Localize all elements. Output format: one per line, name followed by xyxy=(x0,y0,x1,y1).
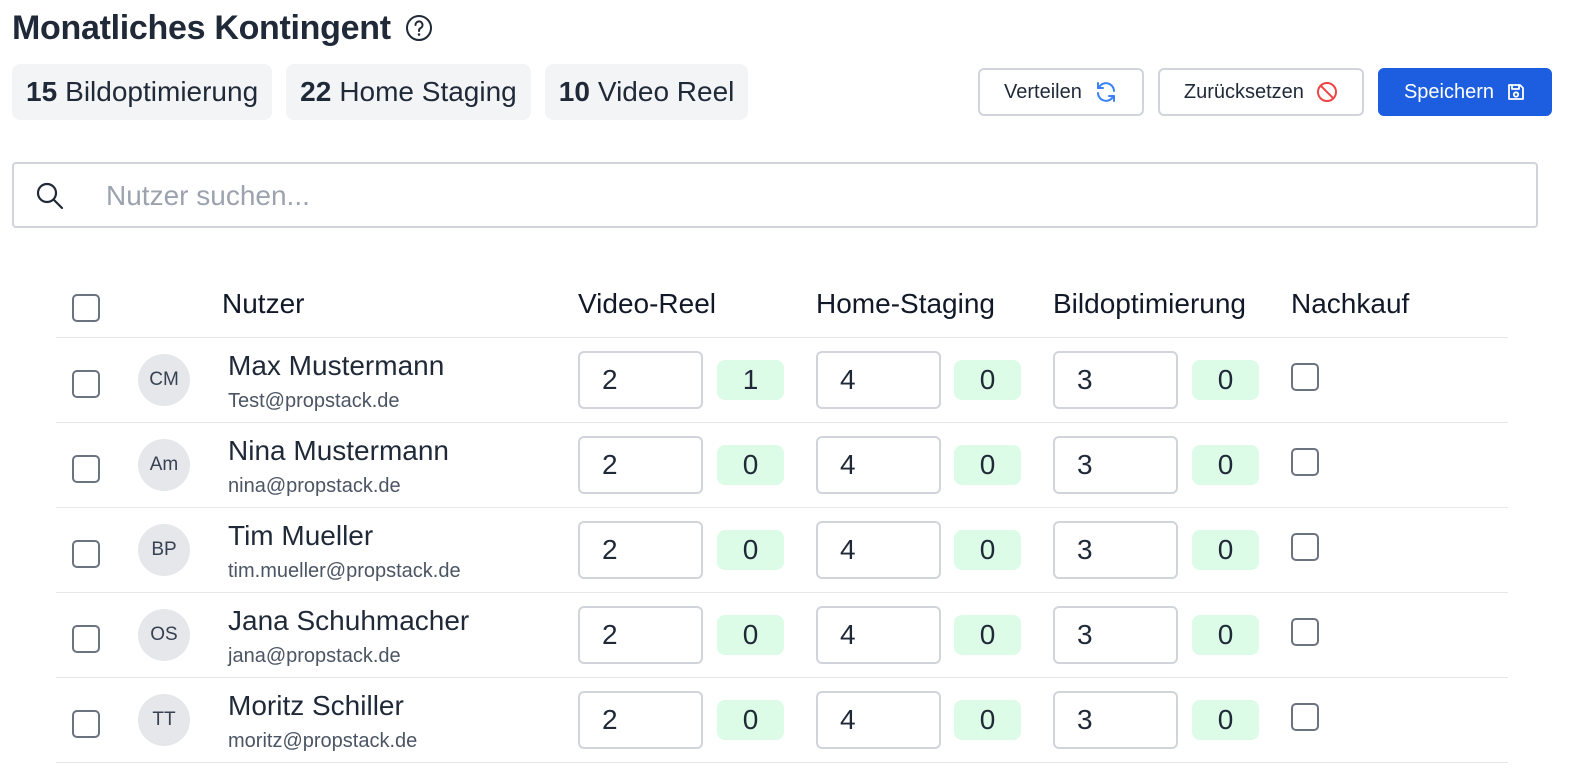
quota-chip-bildoptimierung: 15 Bildoptimierung xyxy=(12,64,273,120)
home-staging-input[interactable] xyxy=(816,351,941,409)
bildoptimierung-used-badge: 0 xyxy=(1192,360,1259,400)
quota-label: Bildoptimierung xyxy=(65,76,259,107)
user-quota-table: Nutzer Video-Reel Home-Staging Bildoptim… xyxy=(56,270,1508,763)
quota-count: 15 xyxy=(26,76,58,107)
user-email: Test@propstack.de xyxy=(228,390,400,412)
row-select-checkbox[interactable] xyxy=(72,370,100,398)
video-reel-used-badge: 0 xyxy=(717,530,784,570)
floppy-disk-icon xyxy=(1506,82,1526,102)
search-input[interactable] xyxy=(106,176,1506,216)
reset-button[interactable]: Zurücksetzen xyxy=(1157,68,1364,116)
video-reel-input[interactable] xyxy=(578,436,703,494)
save-button-label: Speichern xyxy=(1403,80,1494,103)
bildoptimierung-input[interactable] xyxy=(1053,691,1178,749)
quota-label: Video Reel xyxy=(597,76,735,107)
quota-label: Home Staging xyxy=(339,76,517,107)
home-staging-used-badge: 0 xyxy=(954,445,1021,485)
no-entry-icon xyxy=(1316,81,1338,103)
avatar: OS xyxy=(138,609,190,661)
quota-chip-home-staging: 22 Home Staging xyxy=(286,64,531,120)
video-reel-input[interactable] xyxy=(578,351,703,409)
bildoptimierung-input[interactable] xyxy=(1053,351,1178,409)
nachkauf-checkbox[interactable] xyxy=(1291,703,1319,731)
row-select-checkbox[interactable] xyxy=(72,455,100,483)
search-icon xyxy=(34,180,66,217)
video-reel-used-badge: 0 xyxy=(717,700,784,740)
bildoptimierung-used-badge: 0 xyxy=(1192,615,1259,655)
video-reel-used-badge: 0 xyxy=(717,445,784,485)
home-staging-used-badge: 0 xyxy=(954,530,1021,570)
row-select-checkbox[interactable] xyxy=(72,625,100,653)
user-email: nina@propstack.de xyxy=(228,475,401,497)
help-icon[interactable] xyxy=(405,14,433,42)
column-header-user: Nutzer xyxy=(222,288,305,319)
avatar: Am xyxy=(138,439,190,491)
user-name: Tim Mueller xyxy=(228,520,374,551)
user-email: jana@propstack.de xyxy=(228,645,401,667)
video-reel-input[interactable] xyxy=(578,691,703,749)
distribute-button-label: Verteilen xyxy=(1004,80,1082,103)
home-staging-input[interactable] xyxy=(816,691,941,749)
quota-chip-video-reel: 10 Video Reel xyxy=(544,64,749,120)
quota-count: 22 xyxy=(300,76,332,107)
page-header: Monatliches Kontingent xyxy=(12,8,433,48)
row-select-checkbox[interactable] xyxy=(72,540,100,568)
save-button[interactable]: Speichern xyxy=(1377,68,1552,116)
distribute-button[interactable]: Verteilen xyxy=(978,68,1144,116)
nachkauf-checkbox[interactable] xyxy=(1291,448,1319,476)
user-email: moritz@propstack.de xyxy=(228,730,418,752)
column-header-home-staging: Home-Staging xyxy=(816,288,995,319)
refresh-icon xyxy=(1094,80,1118,104)
table-row: BP Tim Mueller tim.mueller@propstack.de … xyxy=(56,508,1508,593)
user-email: tim.mueller@propstack.de xyxy=(228,560,461,582)
table-row: TT Moritz Schiller moritz@propstack.de 0… xyxy=(56,678,1508,763)
table-header: Nutzer Video-Reel Home-Staging Bildoptim… xyxy=(56,270,1508,338)
nachkauf-checkbox[interactable] xyxy=(1291,618,1319,646)
bildoptimierung-input[interactable] xyxy=(1053,436,1178,494)
quota-summary: 15 Bildoptimierung 22 Home Staging 10 Vi… xyxy=(12,64,749,120)
quota-count: 10 xyxy=(558,76,590,107)
video-reel-input[interactable] xyxy=(578,521,703,579)
bildoptimierung-input[interactable] xyxy=(1053,606,1178,664)
reset-button-label: Zurücksetzen xyxy=(1183,80,1304,103)
nachkauf-checkbox[interactable] xyxy=(1291,533,1319,561)
user-name: Max Mustermann xyxy=(228,350,445,381)
bildoptimierung-input[interactable] xyxy=(1053,521,1178,579)
user-name: Moritz Schiller xyxy=(228,690,404,721)
column-header-nachkauf: Nachkauf xyxy=(1291,288,1410,319)
user-name: Jana Schuhmacher xyxy=(228,605,470,636)
home-staging-used-badge: 0 xyxy=(954,360,1021,400)
bildoptimierung-used-badge: 0 xyxy=(1192,700,1259,740)
avatar: CM xyxy=(138,354,190,406)
home-staging-used-badge: 0 xyxy=(954,700,1021,740)
bildoptimierung-used-badge: 0 xyxy=(1192,530,1259,570)
page-title: Monatliches Kontingent xyxy=(12,8,391,47)
action-buttons: Verteilen Zurücksetzen Speichern xyxy=(978,68,1552,116)
user-name: Nina Mustermann xyxy=(228,435,449,466)
bildoptimierung-used-badge: 0 xyxy=(1192,445,1259,485)
home-staging-input[interactable] xyxy=(816,521,941,579)
video-reel-used-badge: 1 xyxy=(717,360,784,400)
table-row: Am Nina Mustermann nina@propstack.de 0 0… xyxy=(56,423,1508,508)
row-select-checkbox[interactable] xyxy=(72,710,100,738)
avatar: TT xyxy=(138,694,190,746)
column-header-bildoptimierung: Bildoptimierung xyxy=(1053,288,1246,319)
search-bar xyxy=(12,162,1538,228)
home-staging-used-badge: 0 xyxy=(954,615,1021,655)
select-all-checkbox[interactable] xyxy=(72,294,100,322)
table-row: OS Jana Schuhmacher jana@propstack.de 0 … xyxy=(56,593,1508,678)
home-staging-input[interactable] xyxy=(816,436,941,494)
video-reel-input[interactable] xyxy=(578,606,703,664)
nachkauf-checkbox[interactable] xyxy=(1291,363,1319,391)
home-staging-input[interactable] xyxy=(816,606,941,664)
column-header-video-reel: Video-Reel xyxy=(578,288,717,319)
video-reel-used-badge: 0 xyxy=(717,615,784,655)
avatar: BP xyxy=(138,524,190,576)
table-row: CM Max Mustermann Test@propstack.de 1 0 … xyxy=(56,338,1508,423)
